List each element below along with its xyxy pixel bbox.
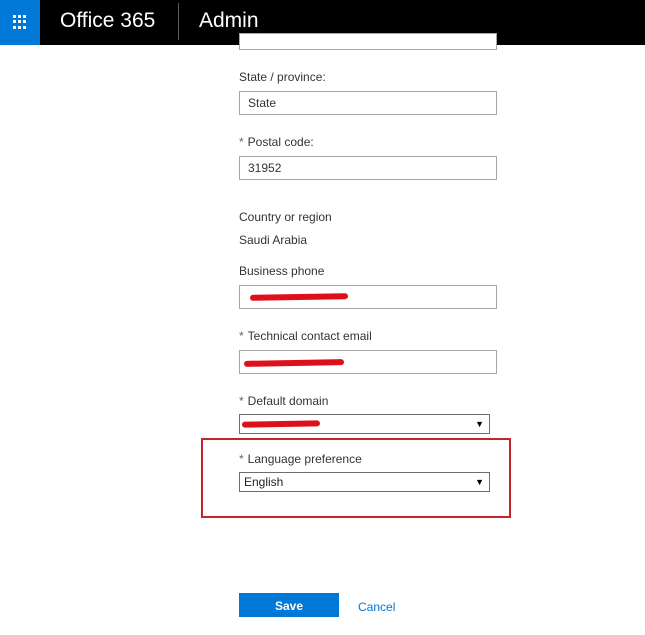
brand-title[interactable]: Office 365 (60, 0, 155, 42)
required-mark: * (239, 135, 244, 149)
language-label: * Language preference (239, 452, 362, 466)
required-mark: * (239, 452, 244, 466)
state-label: State / province: (239, 70, 326, 84)
default-domain-label-text: Default domain (247, 394, 329, 408)
header-divider (178, 3, 179, 40)
chevron-down-icon: ▼ (475, 419, 484, 429)
country-label: Country or region (239, 210, 332, 224)
address-field-partial[interactable] (239, 33, 497, 50)
waffle-icon (13, 15, 27, 29)
postal-code-input[interactable]: 31952 (239, 156, 497, 180)
tech-email-label: * Technical contact email (239, 329, 372, 343)
language-select[interactable]: English ▼ (239, 472, 490, 492)
country-value: Saudi Arabia (239, 233, 308, 247)
cancel-link[interactable]: Cancel (358, 600, 395, 614)
postal-code-label-text: Postal code: (247, 135, 314, 149)
chevron-down-icon: ▼ (475, 477, 484, 487)
business-phone-label: Business phone (239, 264, 325, 278)
tech-email-label-text: Technical contact email (247, 329, 372, 343)
required-mark: * (239, 329, 244, 343)
state-input[interactable]: State (239, 91, 497, 115)
required-mark: * (239, 394, 244, 408)
default-domain-label: * Default domain (239, 394, 328, 408)
language-value: English (244, 475, 284, 489)
app-launcher-button[interactable] (0, 0, 40, 45)
language-label-text: Language preference (247, 452, 362, 466)
save-button[interactable]: Save (239, 593, 339, 617)
postal-code-label: * Postal code: (239, 135, 314, 149)
